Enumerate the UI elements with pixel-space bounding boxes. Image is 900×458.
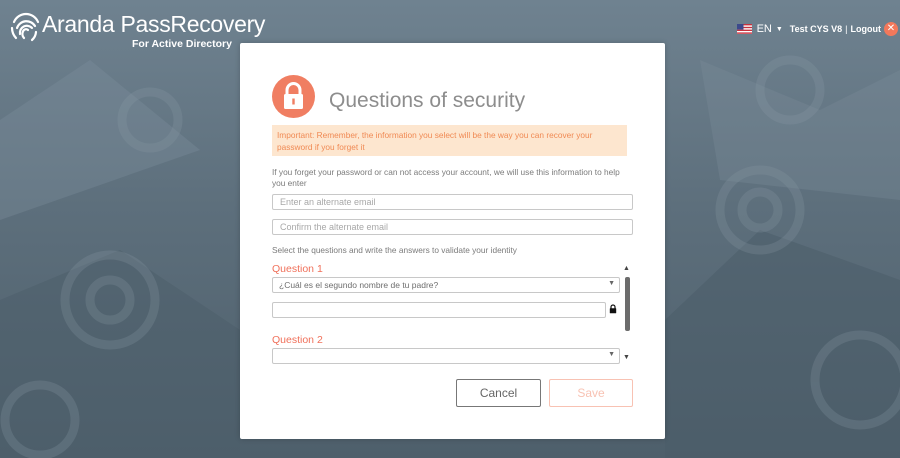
- brand-subtitle: For Active Directory: [132, 38, 232, 50]
- top-bar: EN ▼ Test CYS V8 | Logout ✕: [736, 21, 898, 37]
- question-2-label: Question 2: [272, 334, 323, 346]
- description-text: If you forget your password or can not a…: [272, 167, 620, 188]
- chevron-down-icon: ▼: [608, 351, 615, 358]
- us-flag-icon[interactable]: [736, 24, 752, 34]
- chevron-down-icon: ▼: [608, 280, 615, 287]
- padlock-icon: [272, 75, 315, 118]
- question-1-selected: ¿Cuál es el segundo nombre de tu padre?: [279, 280, 439, 290]
- scroll-up-arrow-icon[interactable]: ▲: [623, 265, 630, 272]
- important-notice: Important: Remember, the information you…: [272, 125, 627, 156]
- brand-title: Aranda PassRecovery: [42, 11, 266, 37]
- save-button[interactable]: Save: [549, 379, 633, 407]
- user-name: Test CYS V8: [789, 24, 843, 34]
- question-1-select[interactable]: ¿Cuál es el segundo nombre de tu padre? …: [272, 277, 620, 293]
- page-title: Questions of security: [329, 89, 526, 112]
- question-2-select[interactable]: ▼: [272, 348, 620, 364]
- questions-instructions: Select the questions and write the answe…: [272, 245, 517, 255]
- lock-icon: [609, 304, 617, 314]
- separator: |: [845, 24, 848, 34]
- fingerprint-icon: [10, 12, 40, 42]
- chevron-down-icon[interactable]: ▼: [776, 26, 783, 33]
- cancel-button[interactable]: Cancel: [456, 379, 541, 407]
- logout-link[interactable]: Logout: [851, 24, 882, 34]
- scroll-down-arrow-icon[interactable]: ▼: [623, 354, 630, 361]
- confirm-email-input[interactable]: Confirm the alternate email: [272, 219, 633, 235]
- alternate-email-input[interactable]: Enter an alternate email: [272, 194, 633, 210]
- language-selector[interactable]: EN: [757, 23, 772, 35]
- brand-logo: Aranda PassRecovery For Active Directory: [8, 8, 265, 54]
- question-1-label: Question 1: [272, 263, 323, 275]
- close-icon[interactable]: ✕: [884, 22, 898, 36]
- scrollbar-thumb[interactable]: [625, 277, 630, 331]
- security-questions-card: Questions of security Important: Remembe…: [240, 43, 665, 439]
- question-1-answer-input[interactable]: [272, 302, 606, 318]
